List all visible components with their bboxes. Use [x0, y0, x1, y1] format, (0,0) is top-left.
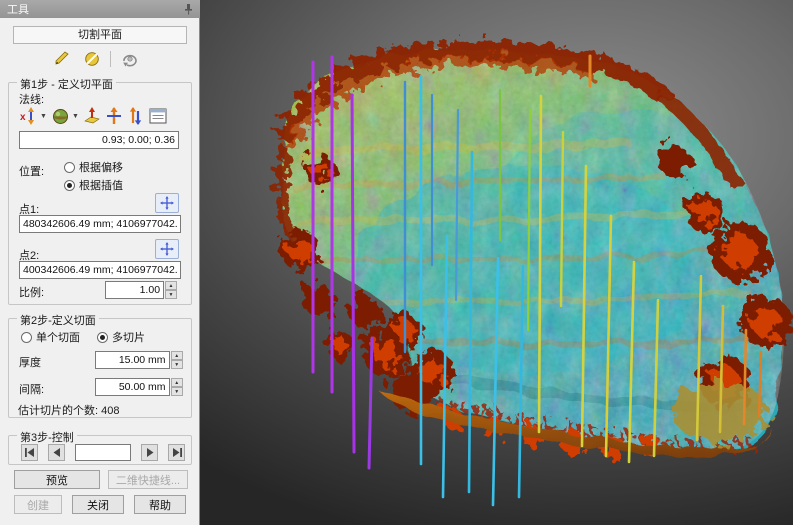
point-cloud-model	[270, 40, 792, 470]
position-label: 位置:	[19, 163, 44, 179]
spacing-up-button[interactable]: ▲	[171, 378, 183, 387]
spacing-down-button[interactable]: ▼	[171, 387, 183, 396]
axis-cross-icon[interactable]	[105, 107, 124, 125]
step1-group: 第1步 - 定义切平面 法线: x ▼	[8, 82, 192, 305]
panel-title: 工具	[7, 1, 29, 17]
preview-button[interactable]: 预览	[14, 470, 100, 489]
normal-icon-toolbar: x ▼ ▼	[19, 107, 168, 125]
point1-field[interactable]	[19, 215, 181, 233]
thickness-down-button[interactable]: ▼	[171, 360, 183, 369]
create-button[interactable]: 创建	[14, 495, 62, 514]
normal-label: 法线:	[19, 91, 44, 107]
edit-icon[interactable]	[52, 49, 74, 69]
tool-header: 切割平面	[13, 26, 187, 44]
panel-toolbar	[52, 48, 140, 70]
scale-spinner: ▲ ▼	[105, 281, 177, 299]
radio-multi-slice[interactable]: 多切片	[97, 329, 145, 345]
scale-up-button[interactable]: ▲	[165, 281, 177, 290]
x-axis-icon[interactable]: x	[19, 107, 38, 125]
radio-single-section[interactable]: 单个切面	[21, 329, 80, 345]
viewport-canvas	[200, 0, 793, 525]
tools-panel: 工具 切割平面	[0, 0, 200, 525]
radio-by-offset[interactable]: 根据偏移	[64, 159, 123, 175]
sphere-icon[interactable]	[51, 107, 70, 125]
dialog-icon[interactable]	[149, 107, 168, 125]
pin-icon[interactable]	[184, 3, 193, 15]
spacing-input[interactable]	[95, 378, 170, 396]
crosshair-icon	[160, 196, 174, 210]
first-slice-button[interactable]	[21, 444, 38, 461]
svg-text:x: x	[20, 112, 26, 123]
viewport-3d[interactable]	[200, 0, 793, 525]
point2-field[interactable]	[19, 261, 181, 279]
application-window: 工具 切割平面	[0, 0, 793, 525]
normal-vector-field[interactable]	[19, 131, 179, 149]
toolbar-separator	[110, 51, 111, 67]
chevron-down-icon[interactable]: ▼	[72, 113, 79, 120]
scale-input[interactable]	[105, 281, 164, 299]
pick-point2-button[interactable]	[155, 239, 179, 259]
slice-index-field[interactable]	[75, 444, 131, 461]
thickness-input[interactable]	[95, 351, 170, 369]
next-slice-button[interactable]	[141, 444, 158, 461]
step1-label: 第1步 - 定义切平面	[17, 76, 116, 92]
scale-down-button[interactable]: ▼	[165, 290, 177, 299]
thickness-label: 厚度	[19, 354, 41, 370]
help-button[interactable]: 帮助	[134, 495, 186, 514]
step3-label: 第3步-控制	[17, 429, 77, 445]
slice-estimate-text: 估计切片的个数: 408	[18, 402, 119, 418]
previous-slice-button[interactable]	[48, 444, 65, 461]
spacing-spinner: ▲ ▼	[95, 378, 183, 396]
drill-line	[352, 95, 354, 452]
shortcut-2d-button[interactable]: 二维快捷线...	[108, 470, 188, 489]
scale-label: 比例:	[19, 284, 44, 300]
pick-point1-button[interactable]	[155, 193, 179, 213]
close-button[interactable]: 关闭	[72, 495, 124, 514]
last-slice-button[interactable]	[168, 444, 185, 461]
step2-label: 第2步-定义切面	[17, 312, 99, 328]
panel-titlebar[interactable]: 工具	[0, 0, 200, 18]
flip-normal-icon[interactable]	[127, 107, 146, 125]
orbit-icon[interactable]	[118, 49, 140, 69]
step3-group: 第3步-控制	[8, 435, 192, 465]
crosshair-icon	[160, 242, 174, 256]
circle-slash-icon[interactable]	[81, 49, 103, 69]
plane-pick-icon[interactable]	[83, 107, 102, 125]
thickness-up-button[interactable]: ▲	[171, 351, 183, 360]
spacing-label: 间隔:	[19, 381, 44, 397]
slice-player	[21, 444, 185, 461]
radio-by-value[interactable]: 根据插值	[64, 177, 123, 193]
chevron-down-icon[interactable]: ▼	[40, 113, 47, 120]
thickness-spinner: ▲ ▼	[95, 351, 183, 369]
